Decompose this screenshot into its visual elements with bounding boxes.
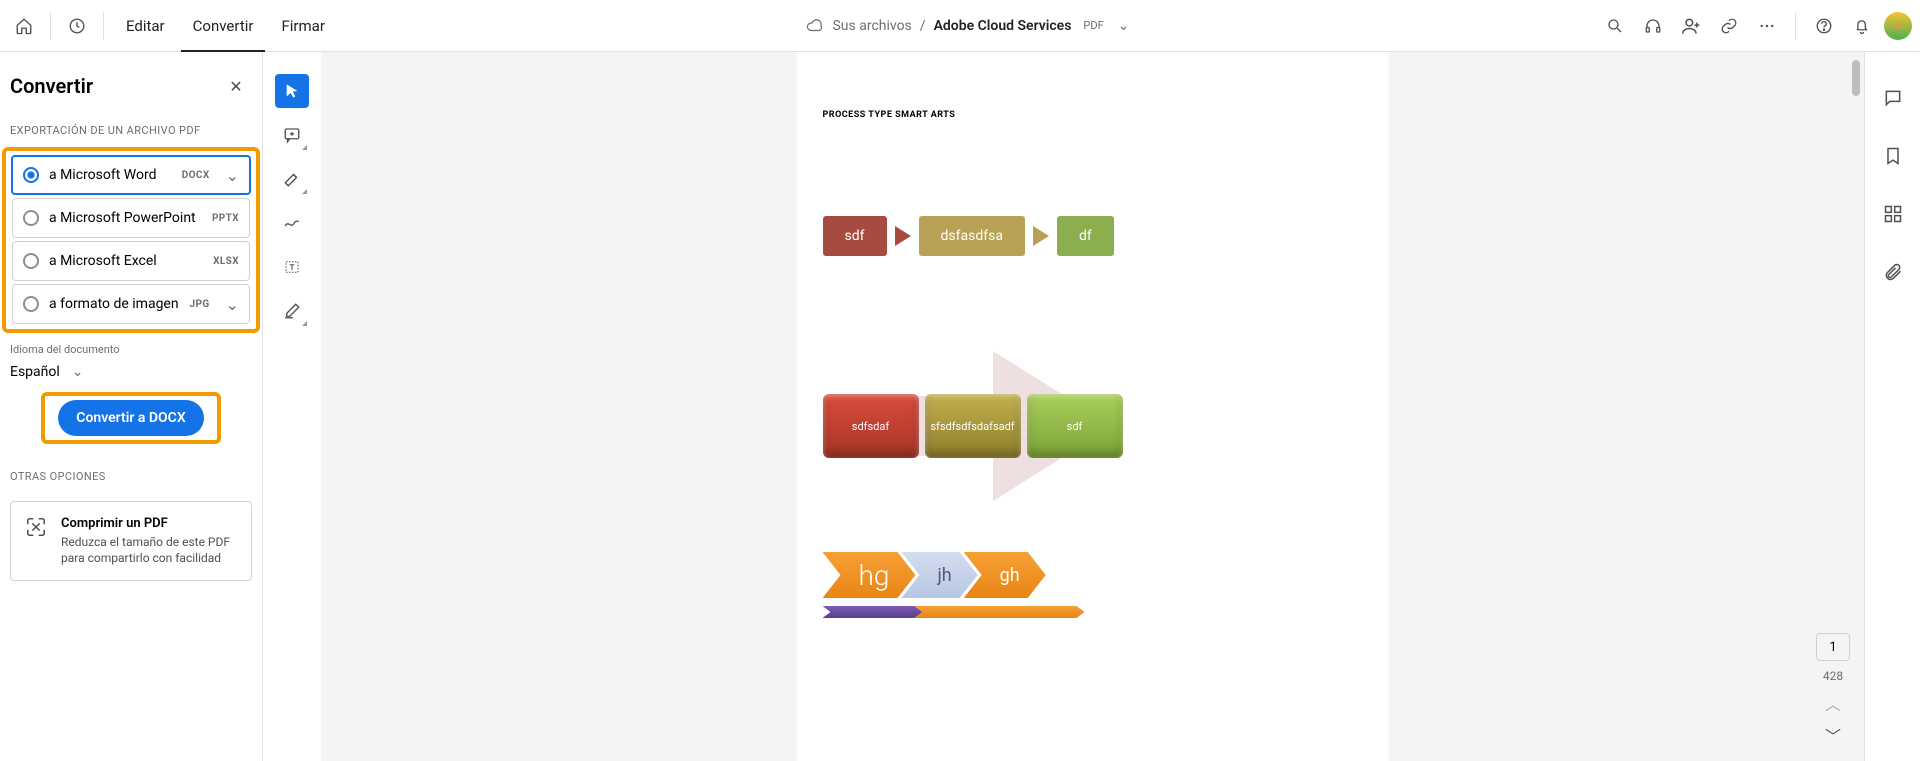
radio-ppt[interactable] <box>23 210 39 226</box>
headphones-icon[interactable] <box>1637 10 1669 42</box>
radio-word[interactable] <box>23 167 39 183</box>
tool-strip <box>263 52 321 761</box>
export-option-excel[interactable]: a Microsoft Excel XLSX <box>12 241 250 281</box>
bookmarks-panel-icon[interactable] <box>1877 140 1909 172</box>
chevron-down-icon: ⌄ <box>72 364 84 380</box>
radio-excel[interactable] <box>23 253 39 269</box>
page-total: 428 <box>1823 669 1843 683</box>
comments-panel-icon[interactable] <box>1877 82 1909 114</box>
highlight-tool-icon[interactable] <box>275 162 309 196</box>
doc-heading: PROCESS TYPE SMART ARTS <box>823 110 1363 120</box>
page-canvas: PROCESS TYPE SMART ARTS sdf dsfasdfsa df… <box>797 52 1389 761</box>
thumbnails-panel-icon[interactable] <box>1877 198 1909 230</box>
help-icon[interactable] <box>1808 10 1840 42</box>
arrow-right-icon <box>895 226 911 246</box>
cloud-icon <box>806 17 824 35</box>
arrow-right-icon <box>1033 226 1049 246</box>
breadcrumb: Sus archivos / Adobe Cloud Services PDF … <box>337 17 1599 35</box>
other-options-label: OTRAS OPCIONES <box>8 464 254 493</box>
language-select[interactable]: Español ⌄ <box>8 360 254 384</box>
export-section-label: EXPORTACIÓN DE UN ARCHIVO PDF <box>8 118 254 147</box>
language-label: Idioma del documento <box>10 343 254 356</box>
tab-convert[interactable]: Convertir <box>181 0 266 52</box>
attachments-panel-icon[interactable] <box>1877 256 1909 288</box>
erase-tool-icon[interactable] <box>275 294 309 328</box>
smartart-chevron-process: hg jh gh <box>823 552 1363 598</box>
document-viewport[interactable]: PROCESS TYPE SMART ARTS sdf dsfasdfsa df… <box>321 52 1864 761</box>
tab-sign[interactable]: Firmar <box>269 0 336 52</box>
page-number-input[interactable]: 1 <box>1816 633 1850 661</box>
page-up-icon[interactable]: ︿ <box>1825 691 1841 715</box>
convert-button[interactable]: Convertir a DOCX <box>58 400 203 436</box>
page-navigator: 1 428 ︿ ﹀ <box>1816 633 1850 747</box>
compress-icon <box>25 516 47 566</box>
draw-tool-icon[interactable] <box>275 206 309 240</box>
recent-icon[interactable] <box>61 10 93 42</box>
text-tool-icon[interactable] <box>275 250 309 284</box>
smartart-chevron-small <box>823 606 1363 618</box>
export-option-image[interactable]: a formato de imagen JPG ⌄ <box>12 284 250 324</box>
share-people-icon[interactable] <box>1675 10 1707 42</box>
top-bar: Editar Convertir Firmar Sus archivos / A… <box>0 0 1920 52</box>
right-rail <box>1864 52 1920 761</box>
more-icon[interactable] <box>1751 10 1783 42</box>
link-icon[interactable] <box>1713 10 1745 42</box>
comment-tool-icon[interactable] <box>275 118 309 152</box>
cta-highlight: Convertir a DOCX <box>41 392 221 444</box>
home-icon[interactable] <box>8 10 40 42</box>
panel-title: Convertir <box>10 74 93 98</box>
scrollbar-thumb[interactable] <box>1852 60 1860 96</box>
bell-icon[interactable] <box>1846 10 1878 42</box>
export-option-powerpoint[interactable]: a Microsoft PowerPoint PPTX <box>12 198 250 238</box>
export-options-highlight: a Microsoft Word DOCX ⌄ a Microsoft Powe… <box>2 147 260 333</box>
chevron-down-icon[interactable]: ⌄ <box>226 295 239 314</box>
chevron-down-icon[interactable]: ⌄ <box>226 166 239 185</box>
crumb-yourfiles[interactable]: Sus archivos <box>832 18 911 34</box>
select-tool-icon[interactable] <box>275 74 309 108</box>
compress-card[interactable]: Comprimir un PDF Reduzca el tamaño de es… <box>10 501 252 581</box>
file-dropdown-icon[interactable]: ⌄ <box>1118 18 1130 34</box>
compress-title: Comprimir un PDF <box>61 516 237 531</box>
smartart-basic-process: sdf dsfasdfsa df <box>823 216 1363 256</box>
radio-image[interactable] <box>23 296 39 312</box>
tab-edit[interactable]: Editar <box>114 0 177 52</box>
file-type-badge: PDF <box>1083 19 1103 32</box>
compress-desc: Reduzca el tamaño de este PDF para compa… <box>61 535 237 566</box>
convert-panel: Convertir ✕ EXPORTACIÓN DE UN ARCHIVO PD… <box>0 52 263 761</box>
close-panel-icon[interactable]: ✕ <box>220 70 252 102</box>
search-icon[interactable] <box>1599 10 1631 42</box>
crumb-filename[interactable]: Adobe Cloud Services <box>934 18 1072 34</box>
smartart-arrow-process: sdfsdaf sfsdfsdfsdafsadf sdf <box>823 346 1363 506</box>
avatar[interactable] <box>1884 12 1912 40</box>
page-down-icon[interactable]: ﹀ <box>1825 723 1841 747</box>
export-option-word[interactable]: a Microsoft Word DOCX ⌄ <box>11 155 251 195</box>
